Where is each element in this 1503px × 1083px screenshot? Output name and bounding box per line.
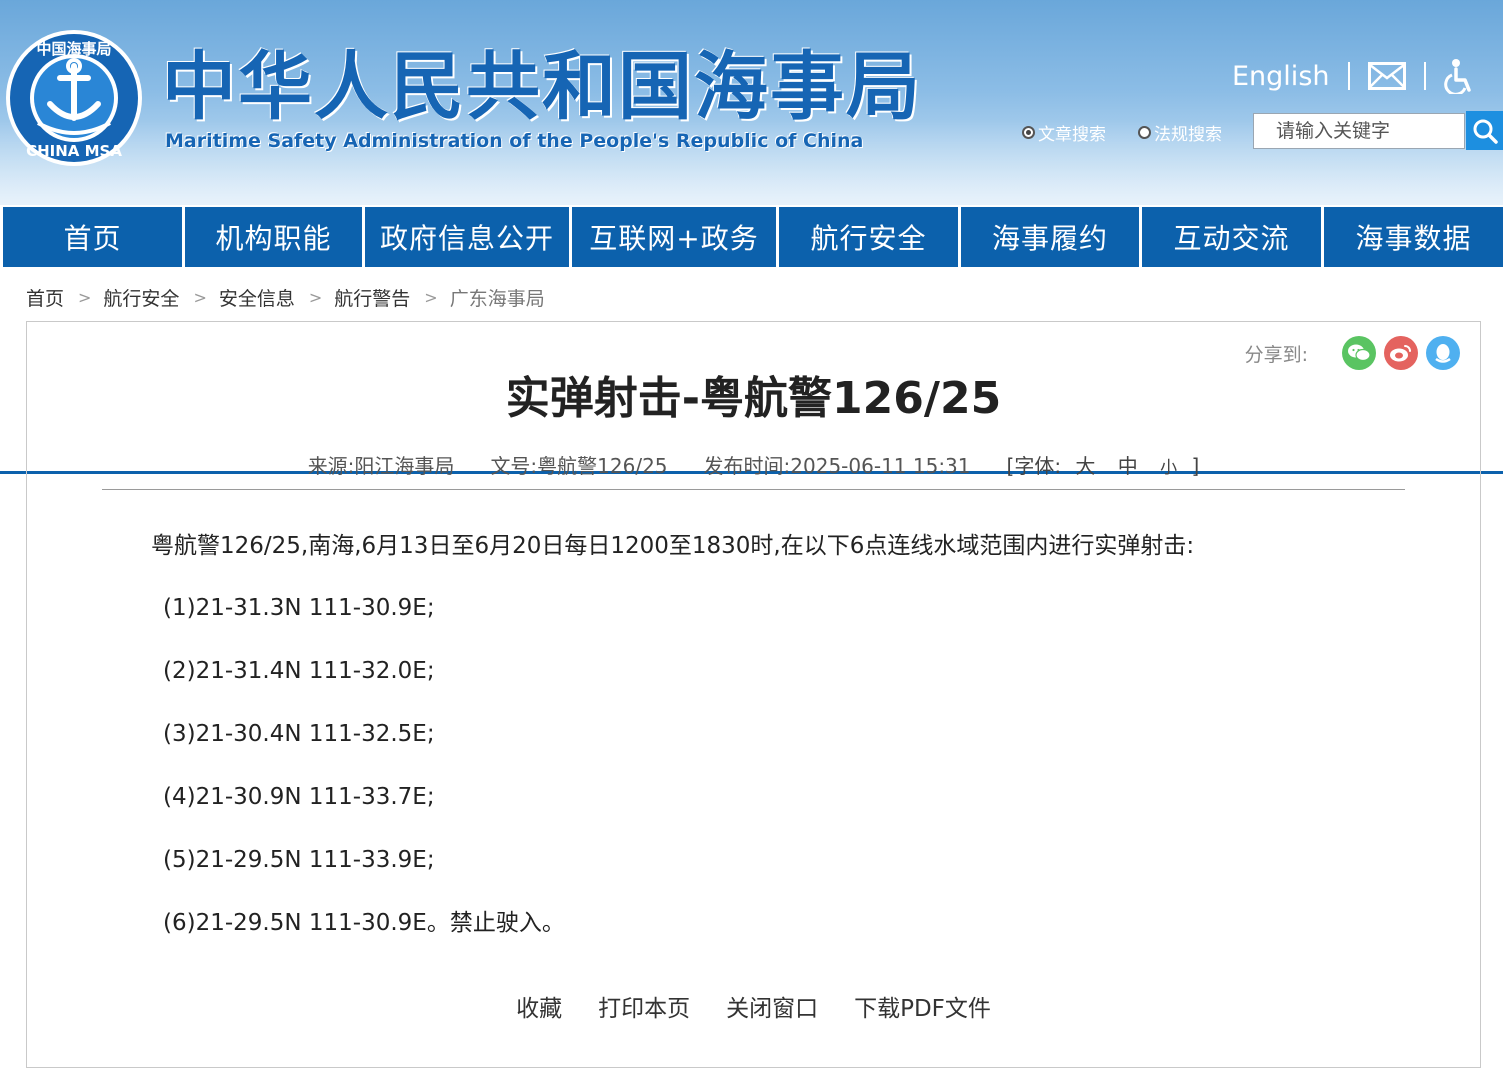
search-type-label: 法规搜索: [1154, 125, 1222, 145]
breadcrumb-safety-info[interactable]: 安全信息: [219, 284, 295, 311]
article-publish-time: 发布时间:2025-06-11 15:31: [703, 454, 971, 478]
site-title-en: Maritime Safety Administration of the Pe…: [165, 130, 864, 152]
search-type-label: 文章搜索: [1038, 125, 1106, 145]
radio-articles[interactable]: [1022, 126, 1035, 139]
site-title-cn: 中华人民共和国海事局: [162, 44, 922, 130]
emblem-top-text: 中国海事局: [36, 40, 111, 58]
article-panel: 分享到: 实弹射击-粤航警126/25 来源:阳江海事局 文号:粤航警126/2…: [26, 321, 1481, 1068]
nav-maritime-compliance[interactable]: 海事履约: [961, 207, 1139, 267]
qq-share-icon: [1435, 344, 1451, 363]
article-source: 来源:阳江海事局: [307, 454, 455, 478]
search-button[interactable]: [1466, 111, 1503, 150]
coordinate-point: (6)21-29.5N 111-30.9E。禁止驶入。: [163, 910, 565, 936]
breadcrumb-home[interactable]: 首页: [26, 284, 64, 311]
emblem-bottom-text: CHINA MSA: [26, 142, 122, 160]
nav-maritime-data[interactable]: 海事数据: [1324, 207, 1503, 267]
coordinate-point: (3)21-30.4N 111-32.5E;: [163, 721, 435, 747]
favorite-button[interactable]: 收藏: [516, 989, 562, 1023]
font-size-small[interactable]: 小: [1160, 458, 1177, 478]
font-size-large[interactable]: 大: [1075, 454, 1095, 478]
mail-icon[interactable]: [1367, 62, 1406, 90]
wechat-share-icon: [1348, 344, 1371, 362]
nav-interaction[interactable]: 互动交流: [1142, 207, 1321, 267]
nav-functions[interactable]: 机构职能: [185, 207, 362, 267]
nav-home[interactable]: 首页: [3, 207, 182, 267]
chevron-right-icon: >: [193, 287, 207, 307]
article-body: 粤航警126/25,南海,6月13日至6月20日每日1200至1830时,在以下…: [151, 522, 1351, 962]
title-divider: [102, 489, 1405, 490]
article-lead: 粤航警126/25,南海,6月13日至6月20日每日1200至1830时,在以下…: [151, 533, 1195, 559]
close-window-button[interactable]: 关闭窗口: [726, 989, 818, 1023]
search-type-articles[interactable]: 文章搜索: [1022, 120, 1106, 145]
nav-gov-info[interactable]: 政府信息公开: [365, 207, 569, 267]
radio-regulations[interactable]: [1138, 126, 1151, 139]
article-meta: 来源:阳江海事局 文号:粤航警126/25 发布时间:2025-06-11 15…: [27, 450, 1480, 479]
divider: [1347, 62, 1350, 90]
coordinate-point: (2)21-31.4N 111-32.0E;: [163, 658, 435, 684]
accessibility-icon[interactable]: [1443, 58, 1474, 94]
print-button[interactable]: 打印本页: [598, 989, 690, 1023]
nav-navigation-safety[interactable]: 航行安全: [779, 207, 958, 267]
search-input[interactable]: [1253, 113, 1465, 149]
coordinate-point: (4)21-30.9N 111-33.7E;: [163, 784, 435, 810]
search-type-regulations[interactable]: 法规搜索: [1138, 120, 1222, 145]
font-size-close: ]: [1191, 454, 1200, 478]
english-link[interactable]: English: [1232, 61, 1330, 92]
font-size-label: [字体:: [1006, 454, 1062, 478]
weibo-share-icon: [1390, 345, 1411, 362]
main-nav: 首页 机构职能 政府信息公开 互联网+政务 航行安全 海事履约 互动交流 海事数…: [0, 205, 1503, 474]
breadcrumb-navigation-safety[interactable]: 航行安全: [103, 284, 179, 311]
site-header: 中国海事局 CHINA MSA 中华人民共和国海事局 Maritime Safe…: [0, 0, 1503, 205]
article-actions: 收藏 打印本页 关闭窗口 下载PDF文件: [27, 989, 1480, 1023]
top-links: English: [1232, 56, 1474, 96]
search-icon: [1473, 119, 1498, 144]
nav-internet-gov[interactable]: 互联网+政务: [572, 207, 776, 267]
coordinate-point: (1)21-31.3N 111-30.9E;: [163, 595, 435, 621]
divider: [1423, 62, 1426, 90]
chevron-right-icon: >: [424, 287, 438, 307]
font-size-medium[interactable]: 中: [1118, 454, 1138, 478]
download-pdf-button[interactable]: 下载PDF文件: [854, 989, 991, 1023]
article-doc-number: 文号:粤航警126/25: [490, 454, 668, 478]
chevron-right-icon: >: [308, 287, 323, 307]
breadcrumb-nav-warnings[interactable]: 航行警告: [334, 284, 410, 311]
chevron-right-icon: >: [78, 287, 92, 307]
breadcrumb-current: 广东海事局: [449, 287, 545, 310]
font-size-control: [字体: 大 中 小 ]: [1007, 450, 1200, 479]
msa-emblem-logo[interactable]: 中国海事局 CHINA MSA: [4, 28, 144, 168]
breadcrumb: 首页 > 航行安全 > 安全信息 > 航行警告 > 广东海事局: [26, 282, 545, 312]
article-title: 实弹射击-粤航警126/25: [505, 373, 1002, 424]
coordinate-point: (5)21-29.5N 111-33.9E;: [163, 847, 435, 873]
